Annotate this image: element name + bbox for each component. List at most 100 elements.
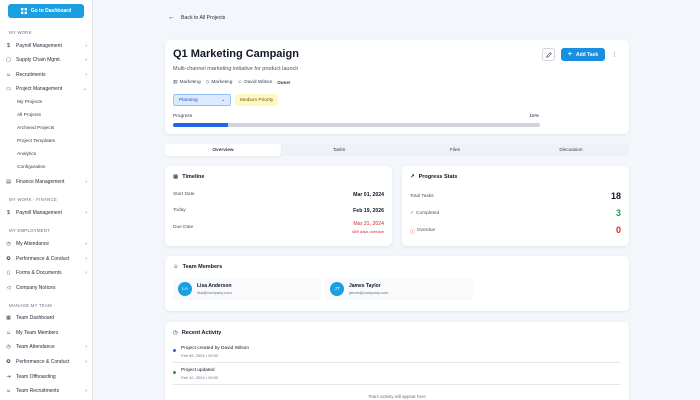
member-email: james@company.com xyxy=(349,290,389,295)
document-icon: ▯ xyxy=(7,269,10,276)
sidebar-item-team-performance[interactable]: ✪ Performance & Conduct › xyxy=(5,356,87,367)
today-value: Feb 19, 2026 xyxy=(353,208,384,214)
grid-icon xyxy=(20,8,27,14)
overdue-row: ⓘ Overdue xyxy=(410,228,436,235)
tab-overview[interactable]: Overview xyxy=(165,144,281,156)
user-plus-icon: ☺ xyxy=(5,71,12,78)
team-members-card: ☺ Team Members LA Lisa Anderson lisa@comp… xyxy=(165,256,629,311)
users-icon: ☺ xyxy=(5,329,12,336)
due-date-label: Due Date xyxy=(173,225,194,230)
user-icon: ☺ xyxy=(237,80,243,85)
alert-circle-icon: ⓘ xyxy=(410,230,415,235)
chevron-right-icon: › xyxy=(85,269,87,276)
sidebar-item-finance-management[interactable]: ▤ Finance Management › xyxy=(5,176,87,187)
priority-badge: Medium Priority xyxy=(235,94,279,106)
progress-bar-fill xyxy=(173,123,229,127)
dollar-icon: $ xyxy=(7,42,10,49)
clock-icon: ◷ xyxy=(173,330,178,336)
avatar: JT xyxy=(330,282,344,296)
project-subtitle: Multi-channel marketing initiative for p… xyxy=(173,66,299,72)
sidebar-item-payroll-finance[interactable]: $ Payroll Management › xyxy=(5,207,87,218)
subitem-project-templates[interactable]: Project Templates xyxy=(17,139,55,144)
tab-tasks[interactable]: Tasks xyxy=(281,144,397,156)
recent-activity-card: ◷ Recent Activity Project created by Davi… xyxy=(165,322,629,400)
sidebar-item-forms[interactable]: ▯ Forms & Documents › xyxy=(5,267,87,278)
more-options-button[interactable]: ⋮ xyxy=(608,48,621,61)
subitem-configuration[interactable]: Configuration xyxy=(17,165,46,170)
member-card[interactable]: LA Lisa Anderson lisa@company.com xyxy=(173,278,321,300)
meta-owner: ☺ David Wilson xyxy=(237,80,273,85)
sidebar-item-supply-chain[interactable]: ▢ Supply Chain Mgmt. › xyxy=(5,54,87,65)
avatar: LA xyxy=(178,282,192,296)
clock-icon: ◷ xyxy=(6,240,11,247)
today-label: Today xyxy=(173,208,186,213)
clock-icon: ◷ xyxy=(6,343,11,350)
project-meta: ▥ Marketing ◇ Marketing ☺ David Wilson Owne… xyxy=(173,80,290,85)
dashboard-icon: ▦ xyxy=(6,314,11,321)
overdue-text: 689 days overdue xyxy=(352,229,384,234)
pencil-icon xyxy=(545,51,552,58)
tag-icon: ◇ xyxy=(205,80,210,85)
sidebar-item-team-dashboard[interactable]: ▦ Team Dashboard xyxy=(5,312,87,323)
section-my-work: MY WORK xyxy=(9,30,32,35)
activity-date: Feb 05, 2024 • 09:00 xyxy=(181,353,219,358)
section-my-work-finance: MY WORK - FINANCE xyxy=(9,197,57,202)
member-name: Lisa Anderson xyxy=(197,283,232,289)
back-link[interactable]: ← Back to All Projects xyxy=(168,14,225,21)
activity-text: Project created by David Wilson xyxy=(181,346,249,351)
add-task-button[interactable]: + Add Task xyxy=(561,48,605,61)
owner-role-badge: Owner xyxy=(277,80,291,85)
chevron-right-icon: › xyxy=(85,343,87,350)
sidebar-item-team-recruitments[interactable]: ☺ Team Recruitments › xyxy=(5,385,87,396)
award-icon: ✪ xyxy=(6,358,11,365)
trending-up-icon: ↗ xyxy=(410,174,415,180)
sidebar-item-team-attendance[interactable]: ◷ Team Attendance › xyxy=(5,341,87,352)
sidebar-item-project-management[interactable]: ▭ Project Management ⌄ xyxy=(5,83,87,94)
more-vertical-icon: ⋮ xyxy=(611,51,618,58)
edit-button[interactable] xyxy=(542,48,555,61)
start-date-label: Start Date xyxy=(173,192,195,197)
project-header-card: Q1 Marketing Campaign Multi-channel mark… xyxy=(165,40,629,134)
activity-text: Project updated xyxy=(181,368,215,373)
calendar-icon: ▦ xyxy=(173,174,179,180)
go-to-dashboard-button[interactable]: Go to Dashboard xyxy=(8,4,84,18)
activity-footer: Team activity will appear here xyxy=(368,394,426,399)
sidebar-item-performance[interactable]: ✪ Performance & Conduct › xyxy=(5,253,87,264)
status-select[interactable]: Planning ⌄ xyxy=(173,94,231,106)
start-date-value: Mar 01, 2024 xyxy=(353,192,384,198)
page-title: Q1 Marketing Campaign xyxy=(173,48,299,60)
dollar-icon: $ xyxy=(7,209,10,216)
tab-discussion[interactable]: Discussion xyxy=(513,144,629,156)
progress-value: 15% xyxy=(529,114,539,119)
subitem-all-projects[interactable]: All Projects xyxy=(17,113,41,118)
total-tasks-label: Total Tasks xyxy=(410,194,434,199)
chevron-down-icon: ⌄ xyxy=(220,97,225,103)
chevron-right-icon: › xyxy=(85,209,87,216)
activity-dot xyxy=(173,371,176,374)
chevron-down-icon: ⌄ xyxy=(82,85,87,92)
users-icon: ☺ xyxy=(173,264,179,270)
sidebar-item-my-team-members[interactable]: ☺ My Team Members xyxy=(5,327,87,338)
subitem-my-projects[interactable]: My Projects xyxy=(17,100,42,105)
award-icon: ✪ xyxy=(6,255,11,262)
completed-row: ✓ Completed xyxy=(410,211,440,216)
project-tabs: Overview Tasks Files Discussion xyxy=(165,144,629,156)
recent-activity-heading: ◷ Recent Activity xyxy=(173,330,222,336)
subitem-analytics[interactable]: Analytics xyxy=(17,152,36,157)
chevron-right-icon: › xyxy=(85,255,87,262)
member-card[interactable]: JT James Taylor james@company.com xyxy=(325,278,473,300)
logout-icon: ⇥ xyxy=(6,373,11,380)
chevron-right-icon: › xyxy=(85,387,87,394)
sidebar-item-payroll[interactable]: $ Payroll Management › xyxy=(5,40,87,51)
sidebar-item-notices[interactable]: ◁ Company Notices xyxy=(5,282,87,293)
subitem-archived-projects[interactable]: Archived Projects xyxy=(17,126,54,131)
chevron-right-icon: › xyxy=(85,42,87,49)
tab-files[interactable]: Files xyxy=(397,144,513,156)
due-date-value: Mar 31, 2024 xyxy=(353,221,384,227)
divider xyxy=(173,362,621,363)
sidebar-item-my-attendance[interactable]: ◷ My Attendance › xyxy=(5,238,87,249)
megaphone-icon: ◁ xyxy=(6,284,11,291)
sidebar-item-team-offboarding[interactable]: ⇥ Team Offboarding xyxy=(5,371,87,382)
sidebar-item-recruitments[interactable]: ☺ Recruitments › xyxy=(5,69,87,80)
member-email: lisa@company.com xyxy=(197,290,232,295)
